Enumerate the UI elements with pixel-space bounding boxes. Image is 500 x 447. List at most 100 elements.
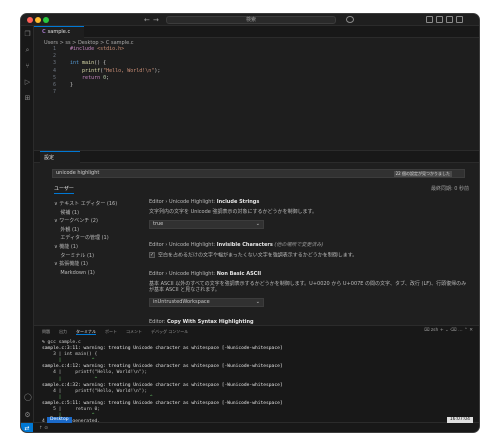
code-token: #include bbox=[70, 46, 98, 52]
panel-tab[interactable]: 出力 bbox=[59, 329, 67, 334]
panel-tabs: 問題 出力 ターミナル ポート コメント デバッグ コンソール bbox=[42, 329, 197, 335]
maximize-window-button[interactable] bbox=[43, 17, 49, 23]
shell-label: zsh bbox=[430, 328, 439, 333]
settings-tree-item[interactable]: ターミナル (1) bbox=[54, 252, 124, 261]
toggle-panel-icon[interactable] bbox=[436, 16, 443, 23]
setting-include-strings: Editor › Unicode Highlight: Include Stri… bbox=[149, 199, 469, 229]
code-token: ); bbox=[154, 67, 161, 74]
customize-layout-icon[interactable] bbox=[456, 16, 463, 23]
editor-tab-bar: Csample.c bbox=[34, 26, 479, 38]
invisible-characters-checkbox[interactable]: ✓ bbox=[149, 251, 155, 258]
code-line: int main() { bbox=[70, 60, 160, 67]
setting-copy-with-syntax: Editor: Copy With Syntax Highlighting bbox=[149, 319, 469, 325]
settings-tree-item[interactable]: 候補 (1) bbox=[54, 209, 124, 218]
select-value: inUntrustedWorkspace bbox=[153, 298, 210, 305]
close-panel-icon[interactable]: ✕ bbox=[469, 328, 473, 333]
user-settings-tab[interactable]: ユーザー bbox=[54, 185, 74, 194]
desktop-badge: Desktop bbox=[47, 417, 72, 423]
code-content[interactable]: #include <stdio.h> int main() { printf("H… bbox=[70, 46, 160, 96]
close-window-button[interactable] bbox=[27, 17, 33, 23]
back-arrow-icon[interactable]: ← bbox=[144, 16, 150, 24]
terminal-output[interactable]: % gcc sample.c sample.c:3:11: warning: tr… bbox=[42, 340, 283, 425]
minimize-window-button[interactable] bbox=[35, 17, 41, 23]
source-control-icon[interactable]: ⑂ bbox=[24, 63, 31, 70]
code-line: #include <stdio.h> bbox=[70, 46, 160, 53]
settings-tree-item[interactable]: ∨ 拡張機能 (1) bbox=[54, 260, 124, 269]
code-token: return bbox=[82, 74, 104, 81]
copilot-icon[interactable] bbox=[346, 16, 354, 23]
code-token: int bbox=[70, 60, 83, 67]
setting-category: Editor › Unicode Highlight: bbox=[149, 241, 217, 248]
run-debug-icon[interactable]: ▷ bbox=[24, 79, 31, 86]
forward-arrow-icon[interactable]: → bbox=[153, 16, 159, 24]
setting-non-basic-ascii: Editor › Unicode Highlight: Non Basic AS… bbox=[149, 271, 469, 307]
settings-tree-item[interactable]: Markdown (1) bbox=[54, 269, 124, 278]
line-number: 7 bbox=[52, 89, 56, 96]
setting-description: 文字列内の文字を Unicode 強調表示の対象にするかどうかを制御します。 bbox=[149, 209, 318, 215]
line-number: 5 bbox=[52, 74, 56, 81]
settings-search-input[interactable]: unicode highlight 22 個の設定が見つかりました bbox=[52, 169, 465, 178]
panel-tab[interactable]: ターミナル bbox=[76, 329, 96, 335]
settings-tree-item[interactable]: エディターの管理 (1) bbox=[54, 234, 124, 243]
settings-tab-bar: 設定 bbox=[34, 151, 479, 163]
trash-icon[interactable]: ⌫ bbox=[450, 328, 456, 333]
search-icon[interactable]: ⌕ bbox=[24, 47, 31, 54]
last-sync-label: 最終同期: 0 秒前 bbox=[430, 186, 469, 192]
select-value: true bbox=[153, 220, 164, 227]
more-actions-icon[interactable]: … bbox=[458, 328, 463, 333]
tab-sample-c[interactable]: Csample.c bbox=[34, 26, 84, 38]
line-number: 1 bbox=[52, 46, 56, 52]
toggle-sidebar-icon[interactable] bbox=[426, 16, 433, 23]
terminal-line: sample.c:4:32: warning: treating Unicode… bbox=[42, 382, 283, 388]
line-number: 4 bbox=[52, 67, 56, 74]
settings-tree-item[interactable]: ∨ ワークベンチ (2) bbox=[54, 217, 124, 226]
account-icon[interactable]: ◯ bbox=[24, 394, 32, 401]
gear-icon[interactable]: ⚙ bbox=[24, 412, 31, 419]
panel-tab[interactable]: 問題 bbox=[42, 329, 50, 334]
code-line: return 0; bbox=[70, 75, 160, 82]
add-terminal-icon[interactable]: + bbox=[440, 328, 444, 333]
maximize-panel-icon[interactable]: ⌃ bbox=[464, 328, 468, 333]
code-line: } bbox=[70, 82, 160, 89]
terminal-shell-icon[interactable]: ⌧ bbox=[424, 328, 429, 333]
settings-list: Editor › Unicode Highlight: Include Stri… bbox=[149, 199, 469, 325]
code-token: main bbox=[82, 60, 95, 67]
chevron-down-icon[interactable]: ⌄ bbox=[445, 328, 449, 333]
code-token: "Hello, World!\n" bbox=[103, 67, 155, 74]
code-token: } bbox=[70, 81, 74, 88]
code-line: printf("Hello, World!\n"); bbox=[70, 68, 160, 75]
settings-tree-item[interactable]: ∨ テキスト エディター (16) bbox=[54, 200, 124, 209]
non-basic-ascii-select[interactable]: inUntrustedWorkspace ⌄ bbox=[149, 297, 264, 307]
line-number: 2 bbox=[52, 53, 56, 60]
results-count-badge: 22 個の設定が見つかりました bbox=[393, 171, 452, 177]
title-bar: ← → 検索 bbox=[21, 14, 479, 26]
settings-tree-item[interactable]: 外観 (1) bbox=[54, 226, 124, 235]
panel-tab[interactable]: コメント bbox=[126, 329, 142, 334]
setting-category: Editor: bbox=[149, 318, 167, 325]
setting-description: 空白を占めるだけの文字や幅がまったくない文字を強調表示するかどうかを制御します。 bbox=[158, 252, 358, 258]
line-number: 3 bbox=[52, 60, 56, 67]
toggle-secondary-sidebar-icon[interactable] bbox=[446, 16, 453, 23]
setting-category: Editor › Unicode Highlight: bbox=[149, 270, 217, 277]
code-token: printf bbox=[82, 67, 101, 74]
settings-tree-item[interactable]: ∨ 機能 (1) bbox=[54, 243, 124, 252]
settings-editor: 設定 unicode highlight 22 個の設定が見つかりました ユーザ… bbox=[34, 150, 479, 325]
panel-tab[interactable]: ポート bbox=[105, 329, 117, 334]
status-bar: ⇄ Desktop ↑ ⊙ 16:07:04 bbox=[21, 417, 479, 432]
settings-tree: ∨ テキスト エディター (16) 候補 (1) ∨ ワークベンチ (2) 外観 … bbox=[54, 200, 124, 277]
chevron-down-icon: ⌄ bbox=[255, 220, 260, 227]
sync-status[interactable]: ↑ ⊙ bbox=[39, 426, 48, 431]
search-placeholder: 検索 bbox=[245, 17, 256, 23]
extensions-icon[interactable]: ⊞ bbox=[24, 95, 31, 102]
setting-name: Copy With Syntax Highlighting bbox=[166, 318, 254, 325]
command-center-search[interactable]: 検索 bbox=[166, 16, 336, 24]
panel-tab[interactable]: デバッグ コンソール bbox=[151, 329, 188, 334]
remote-indicator[interactable]: ⇄ bbox=[21, 423, 33, 432]
setting-description: 基本 ASCII 以外のすべての文字を強調表示するかどうかを制御します。U+00… bbox=[149, 280, 467, 294]
include-strings-select[interactable]: true ⌄ bbox=[149, 219, 264, 229]
explorer-icon[interactable]: ❐ bbox=[24, 31, 31, 38]
tab-settings[interactable]: 設定 bbox=[40, 151, 80, 163]
